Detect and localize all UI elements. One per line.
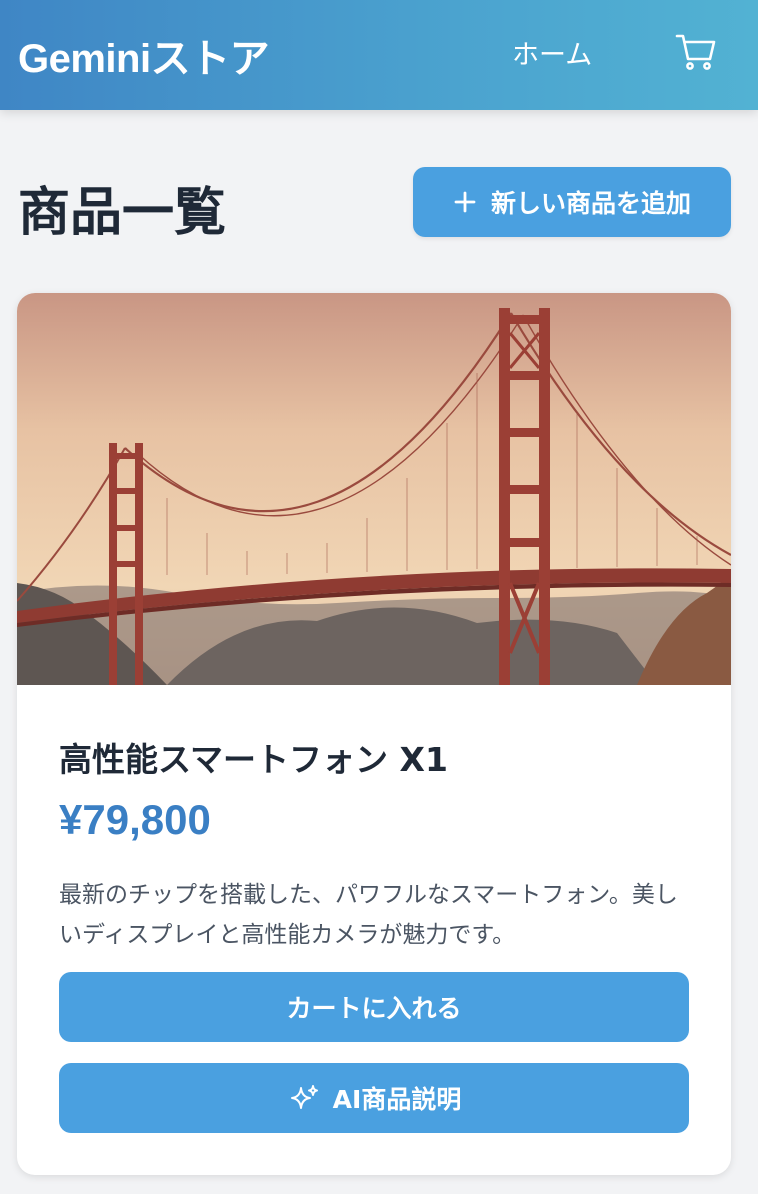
app-header: Geminiストア ホーム xyxy=(0,0,758,110)
plus-icon xyxy=(454,191,476,213)
add-to-cart-button[interactable]: カートに入れる xyxy=(59,972,689,1042)
ai-description-label: AI商品説明 xyxy=(332,1085,462,1114)
shopping-cart-icon[interactable] xyxy=(674,32,718,72)
product-name: 高性能スマートフォン X1 xyxy=(59,740,448,779)
product-card: 高性能スマートフォン X1 ¥79,800 最新のチップを搭載した、パワフルなス… xyxy=(17,293,731,1175)
add-product-label: 新しい商品を追加 xyxy=(490,189,691,218)
brand-logo[interactable]: Geminiストア xyxy=(18,26,270,84)
product-price: ¥79,800 xyxy=(59,796,211,843)
add-product-button[interactable]: 新しい商品を追加 xyxy=(413,167,731,237)
product-image xyxy=(17,293,731,685)
ai-description-button[interactable]: AI商品説明 xyxy=(59,1063,689,1133)
sparkle-icon xyxy=(290,1085,318,1109)
product-description: 最新のチップを搭載した、パワフルなスマートフォン。美しいディスプレイと高性能カメ… xyxy=(59,882,678,948)
nav-home-link[interactable]: ホーム xyxy=(512,33,592,72)
add-to-cart-label: カートに入れる xyxy=(286,994,462,1023)
page-title: 商品一覧 xyxy=(18,183,227,243)
